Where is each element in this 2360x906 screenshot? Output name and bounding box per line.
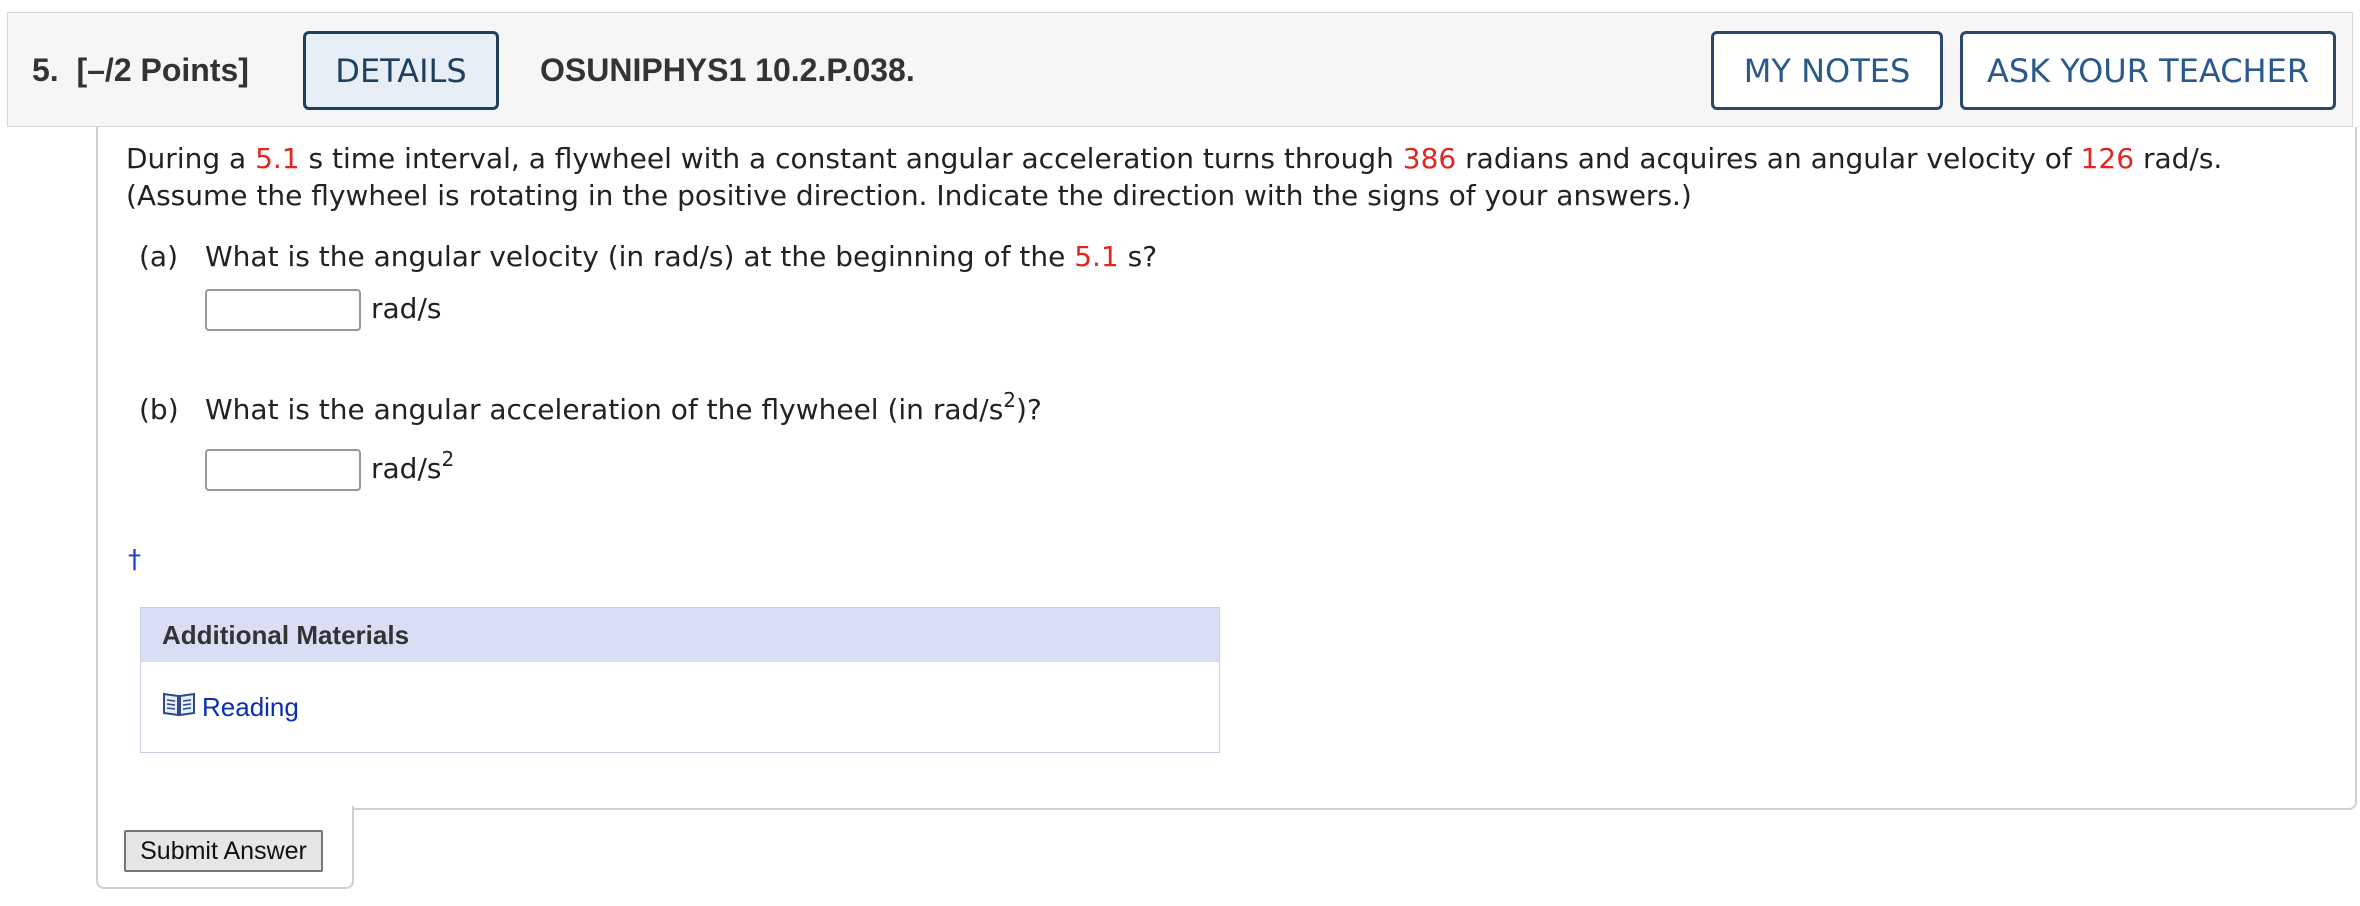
points-label: [–/2 Points] [76,52,249,88]
time-value: 5.1 [1074,240,1119,273]
radians-value: 386 [1402,142,1457,175]
part-b-label: (b) [139,393,179,426]
part-b-question: What is the angular acceleration of the … [205,388,1042,426]
additional-materials-title: Additional Materials [162,620,410,650]
additional-materials-header: Additional Materials [141,608,1219,662]
ask-your-teacher-button[interactable]: ASK YOUR TEACHER [1960,31,2336,110]
my-notes-button[interactable]: MY NOTES [1711,31,1943,110]
question-points: 5. [–/2 Points] [32,52,249,89]
answer-b-unit: rad/s2 [371,447,455,485]
problem-statement: During a 5.1 s time interval, a flywheel… [126,142,2223,212]
time-value: 5.1 [255,142,300,175]
book-icon [163,692,195,717]
reading-link[interactable]: Reading [202,692,299,723]
answer-b-input[interactable] [205,449,361,491]
additional-materials-box: Additional Materials Reading [140,607,1220,753]
question-number: 5. [32,52,59,88]
velocity-value: 126 [2080,142,2135,175]
problem-code: OSUNIPHYS1 10.2.P.038. [540,52,915,88]
details-button[interactable]: DETAILS [303,31,499,110]
answer-a-unit: rad/s [371,292,442,325]
answer-a-input[interactable] [205,289,361,331]
dagger-marker: † [128,545,141,575]
part-a-label: (a) [139,240,179,273]
submit-answer-button[interactable]: Submit Answer [124,830,323,872]
part-a-question: What is the angular velocity (in rad/s) … [205,240,1158,273]
